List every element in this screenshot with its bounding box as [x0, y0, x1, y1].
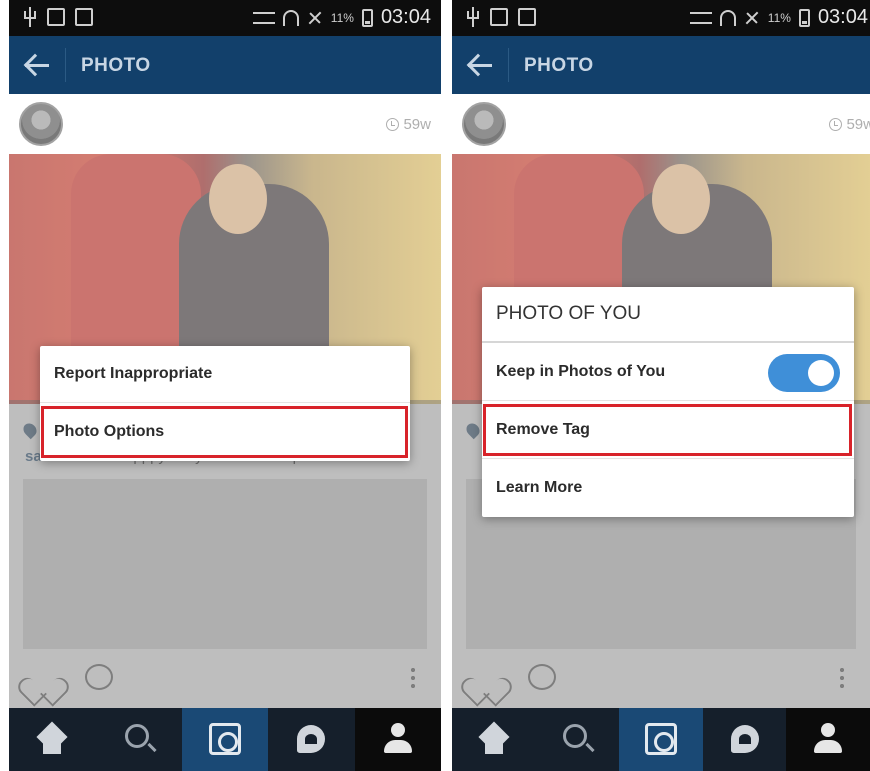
remove-tag-row[interactable]: Remove Tag — [482, 401, 854, 459]
keep-in-photos-toggle[interactable] — [768, 354, 840, 392]
bottom-nav — [452, 708, 870, 771]
mute-icon — [689, 11, 712, 24]
keep-in-photos-label: Keep in Photos of You — [496, 362, 666, 380]
battery-icon — [361, 8, 373, 27]
status-bar: 11% 03:04 — [9, 0, 441, 36]
learn-more-row[interactable]: Learn More — [482, 459, 854, 517]
app-bar: PHOTO — [9, 36, 441, 94]
airplane-icon — [307, 10, 323, 26]
usb-icon — [466, 7, 480, 27]
app-bar: PHOTO — [452, 36, 870, 94]
profile-icon — [383, 723, 412, 755]
camera-icon — [209, 723, 242, 755]
search-icon — [124, 724, 149, 748]
wifi-icon — [719, 9, 736, 26]
dialog-title: PHOTO OF YOU — [482, 287, 854, 343]
menu-item-label: Report Inappropriate — [54, 365, 213, 382]
gallery-icon — [490, 8, 508, 26]
keep-in-photos-row[interactable]: Keep in Photos of You — [482, 343, 854, 401]
status-bar: 11% 03:04 — [452, 0, 870, 36]
nav-profile[interactable] — [786, 708, 870, 771]
options-menu: Report Inappropriate Photo Options — [40, 346, 410, 461]
appbar-divider — [65, 48, 66, 82]
nav-home[interactable] — [452, 708, 536, 771]
home-icon — [37, 726, 67, 754]
menu-item-report[interactable]: Report Inappropriate — [40, 346, 410, 403]
nav-activity[interactable] — [268, 708, 354, 771]
airplane-icon — [744, 10, 760, 26]
nav-search[interactable] — [536, 708, 620, 771]
nav-activity[interactable] — [703, 708, 787, 771]
screenshot-right: 11% 03:04 PHOTO 59w PHOTO OF YOU Keep in… — [452, 0, 870, 771]
screenshot-left: 11% 03:04 PHOTO 59w saloni90900 Happpy b… — [9, 0, 441, 771]
profile-icon — [814, 723, 843, 755]
clock-time: 03:04 — [380, 6, 431, 28]
search-icon — [563, 724, 588, 748]
camera-icon — [644, 723, 677, 755]
learn-more-label: Learn More — [496, 479, 583, 496]
nav-home[interactable] — [9, 708, 95, 771]
menu-item-photo-options[interactable]: Photo Options — [40, 403, 410, 460]
menu-item-label: Photo Options — [54, 422, 165, 440]
back-arrow-icon[interactable] — [466, 52, 494, 78]
back-arrow-icon[interactable] — [23, 52, 51, 78]
remove-tag-label: Remove Tag — [496, 420, 590, 438]
activity-icon — [730, 725, 759, 753]
home-icon — [479, 726, 509, 754]
page-title: PHOTO — [81, 55, 151, 76]
toggle-knob — [808, 360, 834, 386]
page-title: PHOTO — [524, 55, 594, 76]
mail-icon — [518, 8, 536, 26]
appbar-divider — [508, 48, 509, 82]
nav-camera[interactable] — [181, 708, 269, 771]
photo-of-you-dialog: PHOTO OF YOU Keep in Photos of You Remov… — [482, 287, 854, 517]
battery-percent: 11% — [330, 10, 354, 25]
nav-search[interactable] — [95, 708, 181, 771]
clock-time: 03:04 — [817, 6, 868, 28]
mute-icon — [252, 11, 275, 24]
nav-camera[interactable] — [619, 708, 703, 771]
bottom-nav — [9, 708, 441, 771]
wifi-icon — [282, 9, 299, 26]
battery-icon — [798, 8, 810, 27]
nav-profile[interactable] — [354, 708, 441, 771]
activity-icon — [297, 725, 326, 753]
usb-icon — [23, 7, 37, 27]
mail-icon — [75, 8, 93, 26]
gallery-icon — [47, 8, 65, 26]
battery-percent: 11% — [767, 10, 791, 25]
